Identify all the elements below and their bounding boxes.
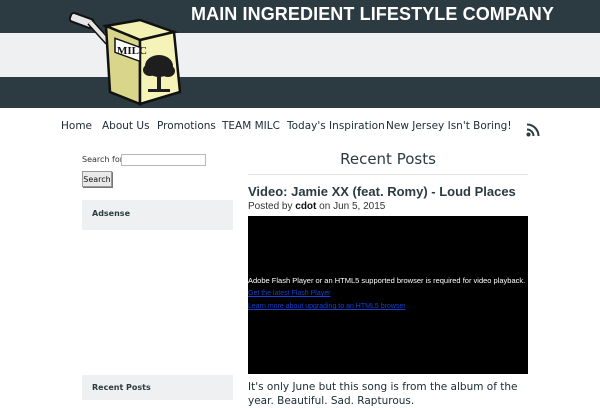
site-header: MAIN INGREDIENT LIFESTYLE COMPANY MILC <box>0 0 600 108</box>
nav-item-new-jersey[interactable]: New Jersey Isn't Boring! <box>386 120 512 132</box>
post-meta-prefix: Posted by <box>248 201 293 212</box>
search-button[interactable]: Search <box>82 171 112 187</box>
post-author-link[interactable]: cdot <box>295 201 316 212</box>
search-label: Search for: <box>82 155 126 164</box>
video-player[interactable]: Adobe Flash Player or an HTML5 supported… <box>248 216 528 374</box>
widget-recent-posts-header: Recent Posts <box>82 375 233 400</box>
post-excerpt: It's only June but this song is from the… <box>248 381 518 407</box>
site-title[interactable]: MAIN INGREDIENT LIFESTYLE COMPANY <box>191 4 591 25</box>
nav-item-team-milc[interactable]: TEAM MILC <box>222 120 280 132</box>
main-navigation: Home About Us Promotions TEAM MILC Today… <box>0 120 600 140</box>
flash-player-link[interactable]: Get the latest Flash Player <box>248 290 330 297</box>
rss-icon[interactable] <box>526 122 540 137</box>
widget-adsense-header: Adsense <box>82 200 233 230</box>
post-title-link[interactable]: Video: Jamie XX (feat. Romy) - Loud Plac… <box>248 184 516 199</box>
widget-adsense-title: Adsense <box>92 209 130 218</box>
milc-carton-logo-icon: MILC <box>68 11 182 106</box>
nav-item-about-us[interactable]: About Us <box>102 120 150 132</box>
post-meta: Posted by cdot on Jun 5, 2015 <box>248 201 385 212</box>
milc-carton-logo[interactable]: MILC <box>62 8 192 108</box>
video-fallback-message: Adobe Flash Player or an HTML5 supported… <box>248 276 526 285</box>
post-date: Jun 5, 2015 <box>333 201 386 212</box>
search-input[interactable] <box>121 154 206 166</box>
nav-item-promotions[interactable]: Promotions <box>157 120 216 132</box>
nav-item-home[interactable]: Home <box>61 120 92 132</box>
widget-recent-posts-title: Recent Posts <box>92 383 151 392</box>
nav-item-todays-inspiration[interactable]: Today's Inspiration <box>287 120 385 132</box>
section-divider <box>248 174 528 175</box>
section-title: Recent Posts <box>340 150 436 168</box>
logo-text: MILC <box>117 45 147 57</box>
html5-browser-link[interactable]: Learn more about upgrading to an HTML5 b… <box>248 303 406 310</box>
post-meta-mid: on <box>319 201 331 212</box>
